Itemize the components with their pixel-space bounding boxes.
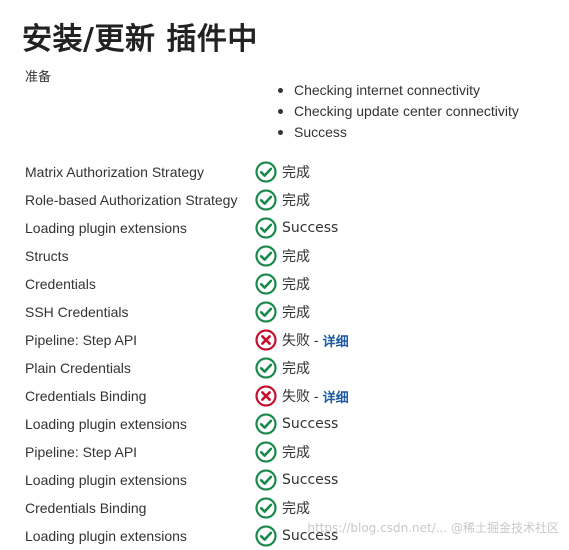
plugin-status: 失败 - 详细 — [255, 329, 349, 351]
plugin-row: Pipeline: Step API 失败 - 详细 — [0, 326, 569, 354]
status-separator: - — [314, 388, 319, 404]
plugin-row: Plain Credentials 完成 — [0, 354, 569, 382]
plugin-status: 完成 — [255, 301, 310, 323]
plugin-name: SSH Credentials — [25, 304, 129, 320]
plugin-name: Credentials Binding — [25, 500, 147, 516]
plugin-name: Plain Credentials — [25, 360, 131, 376]
status-text: 完成 — [282, 501, 310, 517]
plugin-row: Pipeline: Step API 完成 — [0, 438, 569, 466]
plugin-name: Credentials Binding — [25, 388, 147, 404]
plugin-name: Credentials — [25, 276, 96, 292]
plugin-status: 完成 — [255, 441, 310, 463]
check-circle-icon — [255, 357, 277, 379]
plugin-status: 完成 — [255, 273, 310, 295]
bullet-icon — [278, 109, 283, 114]
status-text: 完成 — [282, 193, 310, 209]
check-circle-icon — [255, 245, 277, 267]
plugin-row: Loading plugin extensions Success — [0, 466, 569, 494]
plugin-row: Loading plugin extensions Success — [0, 214, 569, 242]
check-circle-icon — [255, 273, 277, 295]
status-text: 完成 — [282, 249, 310, 265]
plugin-name: Role-based Authorization Strategy — [25, 192, 238, 208]
status-separator: - — [314, 332, 319, 348]
check-circle-icon — [255, 189, 277, 211]
plugin-row: Role-based Authorization Strategy 完成 — [0, 186, 569, 214]
status-text: 失败 — [282, 333, 310, 349]
plugin-row: Credentials Binding 失败 - 详细 — [0, 382, 569, 410]
plugin-name: Loading plugin extensions — [25, 416, 187, 432]
check-circle-icon — [255, 161, 277, 183]
plugin-name: Loading plugin extensions — [25, 528, 187, 544]
check-circle-icon — [255, 441, 277, 463]
details-link[interactable]: 详细 — [323, 387, 349, 406]
plugin-status: Success — [255, 217, 338, 239]
x-circle-icon — [255, 385, 277, 407]
plugin-status: 完成 — [255, 357, 310, 379]
check-item: Checking update center connectivity — [278, 101, 519, 122]
preparation-label: 准备 — [25, 70, 52, 85]
check-circle-icon — [255, 301, 277, 323]
plugin-status: 失败 - 详细 — [255, 385, 349, 407]
status-text: 失败 — [282, 389, 310, 405]
watermark: https://blog.csdn.net/... @稀土掘金技术社区 — [307, 521, 559, 535]
plugin-status: 完成 — [255, 161, 310, 183]
connectivity-check-list: Checking internet connectivity Checking … — [278, 80, 519, 143]
status-text: Success — [282, 416, 339, 432]
bullet-icon — [278, 88, 283, 93]
bullet-icon — [278, 130, 283, 135]
plugin-row: Credentials 完成 — [0, 270, 569, 298]
plugin-row: Credentials Binding 完成 — [0, 494, 569, 522]
status-text: Success — [282, 220, 339, 236]
check-circle-icon — [255, 217, 277, 239]
plugin-name: Pipeline: Step API — [25, 332, 138, 348]
check-circle-icon — [255, 469, 277, 491]
x-circle-icon — [255, 329, 277, 351]
plugin-row: Loading plugin extensions Success — [0, 410, 569, 438]
status-text: Success — [282, 472, 339, 488]
plugin-name: Structs — [25, 248, 69, 264]
plugin-name: Matrix Authorization Strategy — [25, 164, 204, 180]
check-item-label: Checking update center connectivity — [294, 103, 519, 119]
status-text: 完成 — [282, 445, 310, 461]
status-text: 完成 — [282, 305, 310, 321]
plugin-status: 完成 — [255, 497, 310, 519]
plugin-status: Success — [255, 469, 338, 491]
status-text: 完成 — [282, 165, 310, 181]
plugin-name: Loading plugin extensions — [25, 472, 187, 488]
details-link[interactable]: 详细 — [323, 331, 349, 350]
plugin-name: Loading plugin extensions — [25, 220, 187, 236]
plugin-row: Structs 完成 — [0, 242, 569, 270]
check-circle-icon — [255, 525, 277, 547]
plugin-status: 完成 — [255, 189, 310, 211]
check-circle-icon — [255, 497, 277, 519]
check-item: Checking internet connectivity — [278, 80, 519, 101]
check-item: Success — [278, 122, 519, 143]
plugin-row: Matrix Authorization Strategy 完成 — [0, 158, 569, 186]
check-circle-icon — [255, 413, 277, 435]
plugin-row: SSH Credentials 完成 — [0, 298, 569, 326]
page-title: 安装/更新 插件中 — [22, 22, 258, 57]
status-text: 完成 — [282, 361, 310, 377]
plugin-status-list: Matrix Authorization Strategy 完成 Role-base… — [0, 158, 569, 550]
status-text: 完成 — [282, 277, 310, 293]
check-item-label: Success — [294, 124, 347, 140]
plugin-name: Pipeline: Step API — [25, 444, 138, 460]
plugin-status: Success — [255, 413, 338, 435]
plugin-status: 完成 — [255, 245, 310, 267]
check-item-label: Checking internet connectivity — [294, 82, 480, 98]
